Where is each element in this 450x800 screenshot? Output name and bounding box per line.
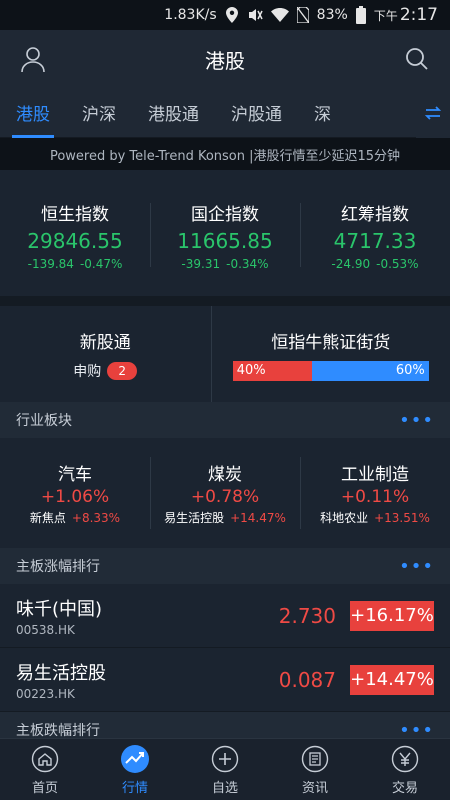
swap-arrows-icon[interactable] <box>416 88 450 138</box>
index-pct: -0.47% <box>79 256 123 271</box>
divider <box>0 296 450 306</box>
sector-pct: +1.06% <box>40 487 110 507</box>
stock-code: 00223.HK <box>16 686 75 701</box>
sector-leader: 新焦点 <box>29 511 66 525</box>
clock: 2:17 <box>399 5 438 25</box>
tab-hk-connect[interactable]: 港股通 <box>132 88 215 138</box>
nav-trade[interactable]: 交易 <box>360 739 450 800</box>
gainers-section-header: 主板涨幅排行 ••• <box>0 548 450 584</box>
sector-name: 煤炭 <box>208 465 242 485</box>
index-name: 国企指数 <box>191 204 259 225</box>
sector-pct: +0.11% <box>340 487 410 507</box>
add-watchlist-icon <box>210 744 240 774</box>
stock-name: 味千(中国) <box>16 598 103 620</box>
sector-leader-pct: +8.33% <box>71 511 121 525</box>
more-icon[interactable]: ••• <box>399 556 434 577</box>
nav-home[interactable]: 首页 <box>0 739 90 800</box>
section-title: 主板跌幅排行 <box>16 723 100 739</box>
nav-news[interactable]: 资讯 <box>270 739 360 800</box>
stock-change-badge: +14.47% <box>350 664 434 695</box>
bull-bear-title: 恒指牛熊证街货 <box>271 332 391 353</box>
new-ipo-card[interactable]: 新股通 申购 2 <box>0 306 212 402</box>
network-speed: 1.83K/s <box>164 7 217 23</box>
sector-leader-pct: +13.51% <box>374 511 430 525</box>
nav-label: 交易 <box>391 780 418 796</box>
bear-segment: 60% <box>311 360 429 381</box>
stock-row[interactable]: 味千(中国) 00538.HK 2.730 +16.17% <box>0 584 450 648</box>
news-icon <box>300 744 330 774</box>
index-pct: -0.53% <box>376 256 419 271</box>
nav-market[interactable]: 行情 <box>90 739 180 800</box>
app-header: 港股 <box>0 30 450 88</box>
index-card[interactable]: 恒生指数 29846.55 -139.84 -0.47% <box>0 195 150 275</box>
bull-bear-bar: 40% 60% <box>232 360 429 381</box>
stock-name: 易生活控股 <box>16 662 106 684</box>
page-title: 港股 <box>205 48 245 73</box>
battery-icon <box>355 6 366 24</box>
mute-icon <box>247 7 263 23</box>
search-icon[interactable] <box>402 44 432 74</box>
location-icon <box>225 7 239 23</box>
subscribe-label: 申购 <box>73 363 102 380</box>
index-value: 4717.33 <box>333 228 417 253</box>
nav-label: 行情 <box>121 780 148 796</box>
index-change: -24.90 <box>331 256 371 271</box>
section-title: 行业板块 <box>16 413 72 429</box>
sector-card[interactable]: 煤炭 +0.78% 易生活控股 +14.47% <box>150 453 300 533</box>
stock-price: 2.730 <box>278 603 336 628</box>
index-panel: 恒生指数 29846.55 -139.84 -0.47% 国企指数 11665.8… <box>0 174 450 296</box>
index-card[interactable]: 红筹指数 4717.33 -24.90 -0.53% <box>300 195 450 275</box>
more-icon[interactable]: ••• <box>399 410 434 431</box>
tab-shenzhen-connect[interactable]: 深 <box>298 88 347 138</box>
section-title: 主板涨幅排行 <box>16 559 100 575</box>
sector-leader: 易生活控股 <box>164 511 225 525</box>
sector-leader-pct: +14.47% <box>230 511 286 525</box>
new-ipo-title: 新股通 <box>79 332 131 353</box>
index-pct: -0.34% <box>226 256 269 271</box>
bull-segment: 40% <box>232 360 312 381</box>
market-tabs: 港股 沪深 港股通 沪股通 深 <box>0 88 450 138</box>
powered-by-notice: Powered by Tele-Trend Konson |港股行情至少延迟15… <box>0 138 450 170</box>
sector-name: 工业制造 <box>341 465 409 485</box>
sector-card[interactable]: 工业制造 +0.11% 科地农业 +13.51% <box>300 453 450 533</box>
stock-row[interactable]: 易生活控股 00223.HK 0.087 +14.47% <box>0 648 450 712</box>
status-bar: 1.83K/s 83% 下午 2:17 <box>0 0 450 30</box>
stock-change-badge: +16.17% <box>350 600 434 631</box>
market-chart-icon <box>120 744 150 774</box>
stock-code: 00538.HK <box>16 622 75 637</box>
index-value: 11665.85 <box>177 228 273 253</box>
nav-watchlist[interactable]: 自选 <box>180 739 270 800</box>
bottom-navigation: 首页 行情 自选 资讯 交易 <box>0 738 450 800</box>
tab-hk-stocks[interactable]: 港股 <box>0 88 66 138</box>
nav-label: 资讯 <box>301 780 328 796</box>
index-card[interactable]: 国企指数 11665.85 -39.31 -0.34% <box>150 195 300 275</box>
sector-leader: 科地农业 <box>320 511 369 525</box>
ipo-count-badge: 2 <box>107 361 138 380</box>
sector-panel: 汽车 +1.06% 新焦点 +8.33% 煤炭 +0.78% 易生活控股 +14.4… <box>0 438 450 548</box>
sector-card[interactable]: 汽车 +1.06% 新焦点 +8.33% <box>0 453 150 533</box>
ipo-bullbear-row: 新股通 申购 2 恒指牛熊证街货 40% 60% <box>0 306 450 402</box>
index-name: 恒生指数 <box>41 204 109 225</box>
trade-yen-icon <box>390 744 420 774</box>
user-icon[interactable] <box>18 44 48 74</box>
wifi-icon <box>270 8 289 22</box>
index-change: -139.84 <box>27 256 74 271</box>
ampm: 下午 <box>373 9 398 23</box>
sector-section-header: 行业板块 ••• <box>0 402 450 438</box>
battery-percent: 83% <box>316 7 348 23</box>
index-name: 红筹指数 <box>341 204 409 225</box>
home-icon <box>30 744 60 774</box>
bull-bear-card[interactable]: 恒指牛熊证街货 40% 60% <box>212 306 450 402</box>
tab-shanghai-connect[interactable]: 沪股通 <box>215 88 298 138</box>
index-value: 29846.55 <box>27 228 123 253</box>
index-change: -39.31 <box>181 256 221 271</box>
nav-label: 自选 <box>211 780 238 796</box>
tab-shanghai-shenzhen[interactable]: 沪深 <box>66 88 132 138</box>
nav-label: 首页 <box>31 780 58 796</box>
no-sim-icon <box>296 7 309 23</box>
sector-pct: +0.78% <box>190 487 260 507</box>
stock-price: 0.087 <box>278 667 336 692</box>
sector-name: 汽车 <box>58 465 92 485</box>
